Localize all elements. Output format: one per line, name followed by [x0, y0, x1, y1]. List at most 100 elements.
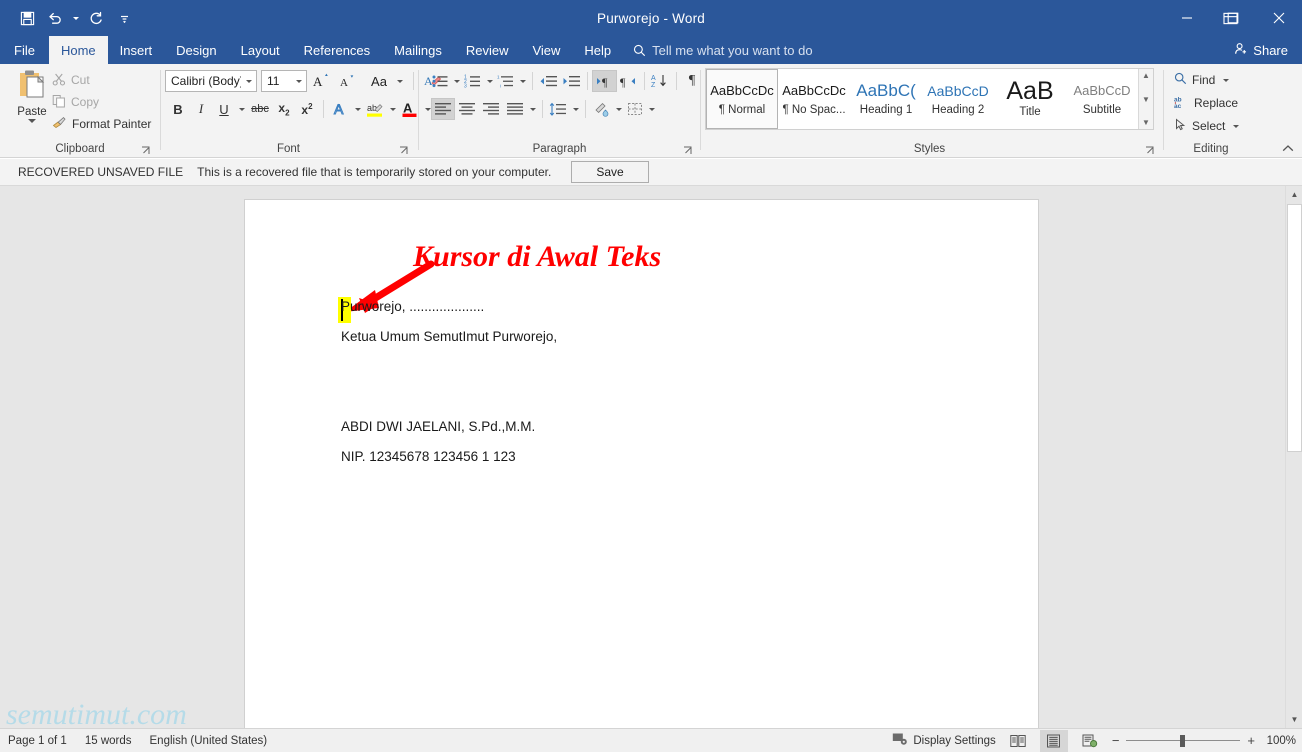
paste-button[interactable]: Paste — [8, 68, 56, 123]
text-effects-button[interactable]: A — [329, 98, 351, 120]
shading-button[interactable] — [590, 98, 613, 120]
numbering-dropdown-icon[interactable] — [484, 70, 495, 92]
tab-insert[interactable]: Insert — [108, 36, 165, 64]
undo-dropdown-icon[interactable] — [70, 6, 81, 30]
scroll-up-icon[interactable]: ▲ — [1286, 186, 1302, 203]
format-painter-button[interactable]: Format Painter — [52, 114, 151, 134]
text-effects-dropdown-icon[interactable] — [352, 98, 363, 120]
underline-button[interactable]: U — [213, 98, 235, 120]
zoom-level-label[interactable]: 100% — [1262, 735, 1296, 747]
line-spacing-dropdown-icon[interactable] — [570, 98, 581, 120]
bold-button[interactable]: B — [167, 98, 189, 120]
change-case-dropdown-icon[interactable] — [394, 70, 405, 92]
styles-more-icon[interactable]: ▼ — [1142, 118, 1150, 127]
style-heading-2[interactable]: AaBbCcD Heading 2 — [922, 69, 994, 129]
decrease-indent-button[interactable] — [537, 70, 560, 92]
tab-file[interactable]: File — [0, 36, 49, 64]
web-layout-icon[interactable] — [1076, 730, 1104, 752]
scroll-down-icon[interactable]: ▼ — [1286, 711, 1302, 728]
tab-view[interactable]: View — [520, 36, 572, 64]
select-dropdown-icon[interactable] — [1230, 115, 1241, 137]
shrink-font-button[interactable]: A — [337, 70, 359, 92]
style-normal[interactable]: AaBbCcDc ¶ Normal — [706, 69, 778, 129]
font-size-dropdown-icon[interactable] — [291, 71, 306, 91]
doc-line-2[interactable]: Ketua Umum SemutImut Purworejo, — [341, 329, 557, 344]
tell-me-search[interactable]: Tell me what you want to do — [633, 36, 813, 64]
copy-button[interactable]: Copy — [52, 92, 99, 112]
style-no-spacing[interactable]: AaBbCcDc ¶ No Spac... — [778, 69, 850, 129]
document-page[interactable]: Kursor di Awal Teks Purworejo, .........… — [245, 200, 1038, 729]
font-name-dropdown-icon[interactable] — [241, 71, 256, 91]
borders-dropdown-icon[interactable] — [646, 98, 657, 120]
tab-help[interactable]: Help — [572, 36, 623, 64]
style-subtitle[interactable]: AaBbCcD Subtitle — [1066, 69, 1138, 129]
display-settings-button[interactable]: Display Settings — [892, 732, 996, 749]
subscript-button[interactable]: x2 — [273, 98, 295, 120]
zoom-out-button[interactable]: − — [1112, 734, 1120, 747]
text-highlight-color-button[interactable]: ab — [364, 98, 386, 120]
zoom-slider[interactable] — [1126, 734, 1241, 747]
numbering-button[interactable]: 1 2 3 — [462, 70, 484, 92]
minimize-icon[interactable] — [1164, 0, 1210, 36]
bullets-dropdown-icon[interactable] — [451, 70, 462, 92]
align-left-button[interactable] — [431, 98, 455, 120]
zoom-slider-handle[interactable] — [1180, 734, 1186, 747]
customize-quick-access-toolbar-icon[interactable] — [111, 6, 137, 30]
change-case-button[interactable]: Aa — [368, 70, 390, 92]
underline-dropdown-icon[interactable] — [236, 98, 247, 120]
justify-dropdown-icon[interactable] — [527, 98, 538, 120]
zoom-control[interactable]: − + 100% — [1112, 734, 1296, 747]
multilevel-list-button[interactable]: 1 i — [495, 70, 517, 92]
zoom-in-button[interactable]: + — [1247, 734, 1255, 747]
page-count-status[interactable]: Page 1 of 1 — [8, 735, 67, 747]
font-size-combo[interactable]: 11 — [261, 70, 307, 92]
style-heading-1[interactable]: AaBbC( Heading 1 — [850, 69, 922, 129]
styles-scroll-down-icon[interactable]: ▼ — [1142, 95, 1150, 104]
styles-scrollbar[interactable]: ▲ ▼ ▼ — [1138, 69, 1153, 129]
print-layout-icon[interactable] — [1039, 729, 1068, 752]
font-name-combo[interactable]: Calibri (Body) — [165, 70, 257, 92]
share-button[interactable]: Share — [1234, 36, 1288, 64]
find-button[interactable]: Find — [1174, 70, 1231, 90]
style-title[interactable]: AaB Title — [994, 69, 1066, 129]
scrollbar-thumb[interactable] — [1287, 204, 1302, 452]
tab-design[interactable]: Design — [164, 36, 228, 64]
doc-line-1[interactable]: Purworejo, .................... — [341, 299, 484, 314]
justify-button[interactable] — [503, 98, 527, 120]
find-dropdown-icon[interactable] — [1220, 69, 1231, 91]
tab-layout[interactable]: Layout — [229, 36, 292, 64]
undo-icon[interactable] — [42, 6, 68, 30]
ltr-text-direction-button[interactable]: ¶ — [592, 70, 617, 92]
grow-font-button[interactable]: A — [311, 70, 333, 92]
word-count-status[interactable]: 15 words — [85, 735, 132, 747]
font-dialog-launcher[interactable] — [399, 146, 408, 155]
line-spacing-button[interactable] — [547, 98, 570, 120]
tab-review[interactable]: Review — [454, 36, 521, 64]
borders-button[interactable] — [624, 98, 646, 120]
paste-dropdown-icon[interactable] — [28, 119, 36, 123]
shading-dropdown-icon[interactable] — [613, 98, 624, 120]
increase-indent-button[interactable] — [560, 70, 583, 92]
align-right-button[interactable] — [479, 98, 503, 120]
cut-button[interactable]: Cut — [52, 70, 90, 90]
doc-line-3[interactable]: ABDI DWI JAELANI, S.Pd.,M.M. — [341, 419, 535, 434]
strikethrough-button[interactable]: abc — [248, 98, 272, 120]
superscript-button[interactable]: x2 — [296, 98, 318, 120]
styles-scroll-up-icon[interactable]: ▲ — [1142, 71, 1150, 80]
replace-button[interactable]: ab ac Replace — [1174, 93, 1238, 113]
align-center-button[interactable] — [455, 98, 479, 120]
highlight-dropdown-icon[interactable] — [387, 98, 398, 120]
tab-references[interactable]: References — [292, 36, 382, 64]
clipboard-dialog-launcher[interactable] — [141, 146, 150, 155]
tab-home[interactable]: Home — [48, 36, 108, 64]
collapse-ribbon-icon[interactable] — [1282, 144, 1294, 156]
doc-line-4[interactable]: NIP. 12345678 123456 1 123 — [341, 449, 516, 464]
language-status[interactable]: English (United States) — [150, 735, 268, 747]
multilevel-dropdown-icon[interactable] — [517, 70, 528, 92]
maximize-icon[interactable] — [1210, 0, 1256, 36]
rtl-text-direction-button[interactable]: ¶ — [617, 70, 640, 92]
sort-button[interactable]: AZ — [649, 70, 672, 92]
read-mode-icon[interactable] — [1004, 730, 1032, 752]
tab-mailings[interactable]: Mailings — [382, 36, 454, 64]
redo-icon[interactable] — [83, 6, 109, 30]
